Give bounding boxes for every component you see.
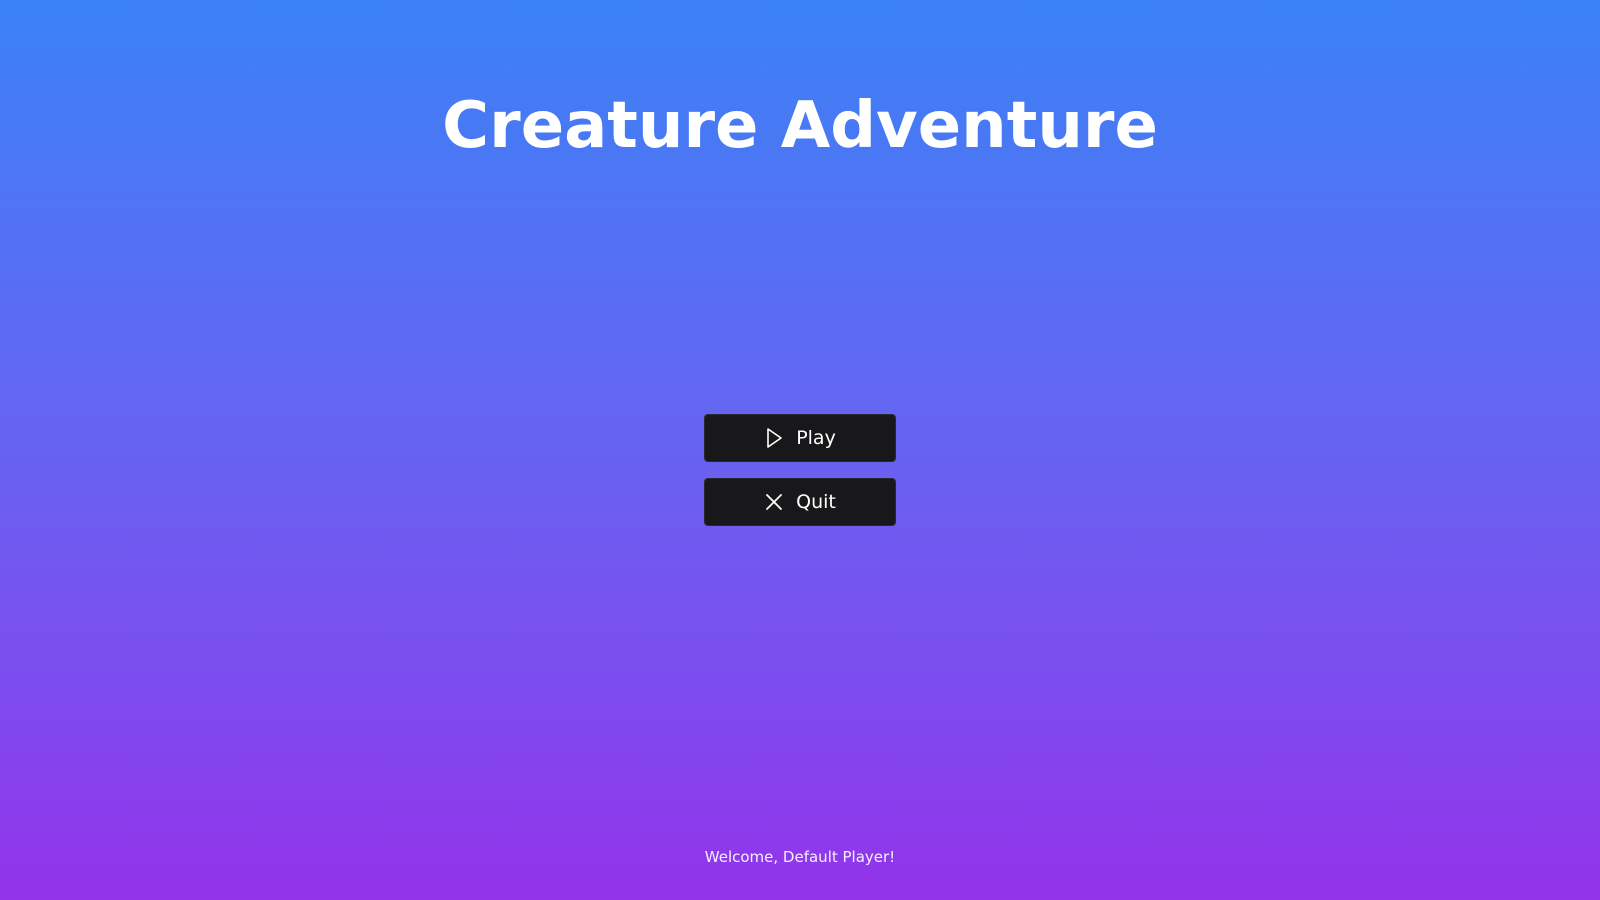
- main-menu-screen: Creature Adventure Play Quit Welcome, De…: [0, 0, 1600, 900]
- play-button[interactable]: Play: [704, 414, 896, 462]
- quit-button-label: Quit: [796, 491, 836, 513]
- welcome-message: Welcome, Default Player!: [704, 848, 896, 866]
- game-title: Creature Adventure: [442, 89, 1158, 163]
- close-icon: [764, 491, 784, 513]
- main-menu: Play Quit: [704, 414, 896, 526]
- quit-button[interactable]: Quit: [704, 478, 896, 526]
- play-icon: [764, 427, 784, 449]
- play-button-label: Play: [796, 427, 836, 449]
